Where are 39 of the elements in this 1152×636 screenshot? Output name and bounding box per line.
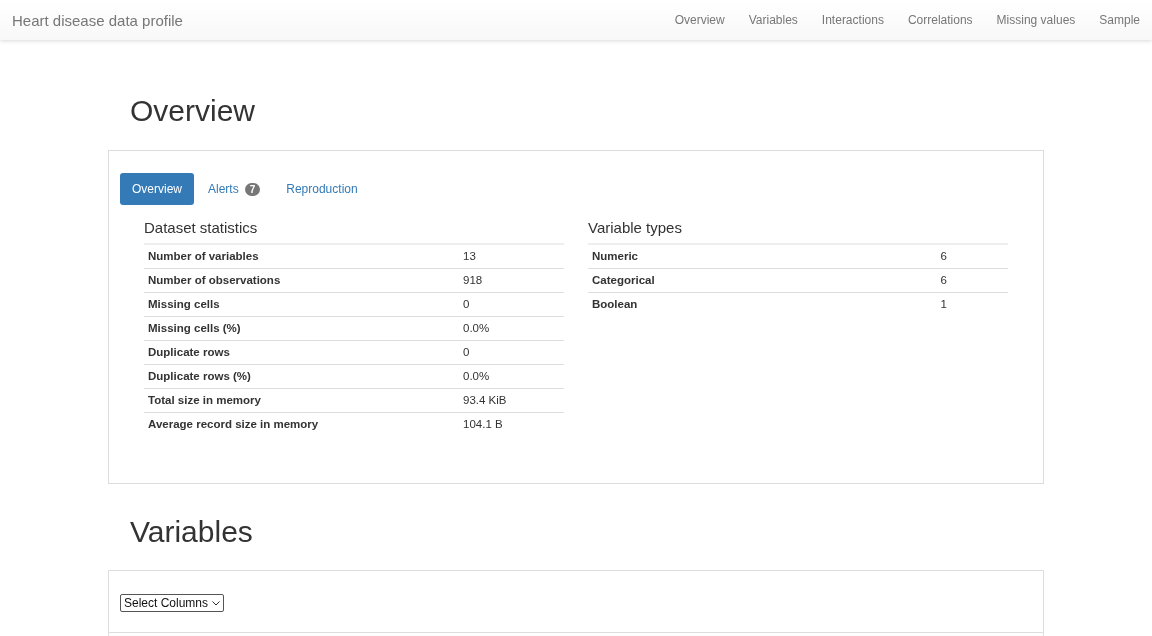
section-heading: Overview	[129, 93, 257, 129]
table-cell: Total size in memory	[144, 388, 459, 412]
brand-link[interactable]: Heart disease data profile	[12, 11, 183, 29]
nav-link[interactable]: Variables	[736, 13, 810, 27]
nav-link[interactable]: Interactions	[809, 13, 896, 27]
nav-link[interactable]: Overview	[662, 13, 737, 27]
tab[interactable]: Reproduction	[274, 173, 370, 205]
table-cell: 93.4 KiB	[459, 388, 564, 412]
table-cell: 104.1 B	[459, 412, 564, 436]
table-cell: Average record size in memory	[144, 412, 459, 436]
table-cell: 1	[936, 292, 1008, 316]
tab[interactable]: Overview	[120, 173, 194, 205]
table-cell: 0	[459, 292, 564, 316]
table-cell: 0.0%	[459, 316, 564, 340]
table-cell: 0.0%	[459, 364, 564, 388]
table-cell: Duplicate rows	[144, 340, 459, 364]
table-title: Variable types	[588, 219, 683, 236]
table-cell: Number of variables	[144, 244, 459, 268]
table-cell: 918	[459, 268, 564, 292]
caret-icon	[212, 600, 221, 606]
table-cell: 6	[936, 244, 1008, 268]
table-cell: Numeric	[588, 244, 937, 268]
nav-link[interactable]: Correlations	[895, 13, 985, 27]
table-cell: 0	[459, 340, 564, 364]
count-badge: 7	[244, 182, 261, 196]
table-cell: 13	[459, 244, 564, 268]
table-cell: Missing cells (%)	[144, 316, 459, 340]
table-cell: Boolean	[588, 292, 937, 316]
table-cell: 6	[936, 268, 1008, 292]
table-cell: Categorical	[588, 268, 937, 292]
select-dropdown[interactable]: Select Columns	[120, 594, 225, 612]
table-title: Dataset statistics	[144, 219, 259, 236]
nav-link[interactable]: Missing values	[984, 13, 1088, 27]
nav-link[interactable]: Sample	[1087, 13, 1152, 27]
table-cell: Number of observations	[144, 268, 459, 292]
tab[interactable]: Alerts 7	[196, 173, 273, 205]
table-cell: Duplicate rows (%)	[144, 364, 459, 388]
table-cell: Missing cells	[144, 292, 459, 316]
section-heading: Variables	[129, 514, 254, 550]
